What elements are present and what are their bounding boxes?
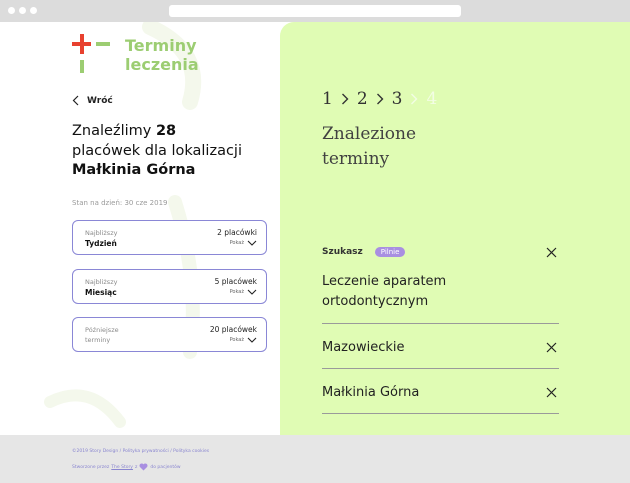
close-icon[interactable] <box>546 342 557 353</box>
divider <box>322 323 559 324</box>
card-label-top: Późniejsze <box>85 326 119 334</box>
close-icon[interactable] <box>546 247 557 258</box>
region-value: Mazowieckie <box>322 340 405 355</box>
urgent-badge: Pilnie <box>374 247 406 257</box>
card-show-label: Pokaż <box>229 337 244 343</box>
logo-line-1: Terminy <box>125 36 197 55</box>
footer-legal[interactable]: ©2019 Story Design / Polityka prywatnośc… <box>72 449 209 454</box>
footer: ©2019 Story Design / Polityka prywatnośc… <box>0 435 630 483</box>
card-show-label: Pokaż <box>229 240 244 246</box>
page: Terminy leczenia Wróć Znaleźlimy 28 plac… <box>0 22 630 435</box>
credits-prefix: Stworzone przez <box>72 464 110 470</box>
chevron-down-icon <box>247 337 257 343</box>
headline-middle: placówek dla lokalizacji <box>72 142 242 159</box>
back-button[interactable]: Wróć <box>72 95 113 106</box>
card-label-top: Najbliższy <box>85 278 118 286</box>
card-label-main: Tydzień <box>85 239 117 248</box>
city-value: Małkinia Górna <box>322 385 420 400</box>
panel-title: Znalezione terminy <box>322 122 416 172</box>
card-count: 20 placówek <box>209 325 257 334</box>
card-count: 5 placówek <box>214 277 257 286</box>
close-icon[interactable] <box>546 387 557 398</box>
results-headline: Znaleźlimy 28 placówek dla lokalizacji M… <box>72 122 272 181</box>
step-1[interactable]: 1 <box>322 89 333 109</box>
results-panel: Terminy leczenia Wróć Znaleźlimy 28 plac… <box>0 22 280 435</box>
treatment-field[interactable]: Leczenie aparatem ortodontycznym <box>322 272 446 312</box>
result-card-later[interactable]: Późniejsze terminy 20 placówek Pokaż <box>72 317 267 352</box>
chevron-down-icon <box>247 240 257 246</box>
region-field[interactable]: Mazowieckie <box>322 338 405 358</box>
card-label-main: Miesiąc <box>85 288 117 297</box>
window-minimize-dot[interactable] <box>19 7 26 14</box>
window-maximize-dot[interactable] <box>30 7 37 14</box>
data-date: Stan na dzień: 30 cze 2019 <box>72 199 168 207</box>
card-label-top: Najbliższy <box>85 229 118 237</box>
search-header: Szukasz Pilnie <box>322 247 406 257</box>
card-show-label: Pokaż <box>229 289 244 295</box>
credits-suffix: do pacjentów <box>150 464 181 470</box>
window-close-dot[interactable] <box>8 7 15 14</box>
chevron-right-icon <box>376 93 384 105</box>
footer-credits: Stworzone przez The Story z do pacjentów <box>72 463 181 471</box>
credits-mid: z <box>134 464 138 470</box>
address-bar[interactable] <box>169 5 461 17</box>
step-indicator: 1 2 3 4 <box>322 89 437 109</box>
divider <box>322 368 559 369</box>
divider <box>322 413 559 414</box>
treatment-line-1: Leczenie aparatem <box>322 274 447 289</box>
chevron-down-icon <box>247 289 257 295</box>
step-4: 4 <box>426 89 438 109</box>
title-line-1: Znalezione <box>322 124 417 144</box>
credits-link[interactable]: The Story <box>111 465 133 470</box>
headline-location: Małkinia Górna <box>72 162 196 178</box>
chevron-right-icon <box>411 93 418 105</box>
logo-line-2: leczenia <box>125 55 199 74</box>
headline-count: 28 <box>155 123 177 139</box>
step-3[interactable]: 3 <box>392 89 403 109</box>
back-label: Wróć <box>87 95 113 106</box>
city-field[interactable]: Małkinia Górna <box>322 383 419 403</box>
heart-icon <box>139 463 148 471</box>
title-line-2: terminy <box>322 149 390 169</box>
search-label: Szukasz <box>322 247 363 257</box>
treatment-line-2: ortodontycznym <box>322 294 429 309</box>
step-2[interactable]: 2 <box>357 89 368 109</box>
logo-wordmark[interactable]: Terminy leczenia <box>125 36 199 74</box>
search-summary-panel: 1 2 3 4 Znalezione terminy Szukasz Pilni… <box>280 22 630 435</box>
browser-chrome <box>0 0 630 22</box>
chevron-left-icon <box>72 95 79 106</box>
result-card-month[interactable]: Najbliższy Miesiąc 5 placówek Pokaż <box>72 269 267 304</box>
logo-cross-icon <box>72 34 110 73</box>
card-count: 2 placówki <box>217 228 257 237</box>
headline-prefix: Znaleźlimy <box>72 123 156 139</box>
card-label-main: terminy <box>85 336 111 344</box>
chevron-right-icon <box>341 93 349 105</box>
result-card-week[interactable]: Najbliższy Tydzień 2 placówki Pokaż <box>72 220 267 255</box>
